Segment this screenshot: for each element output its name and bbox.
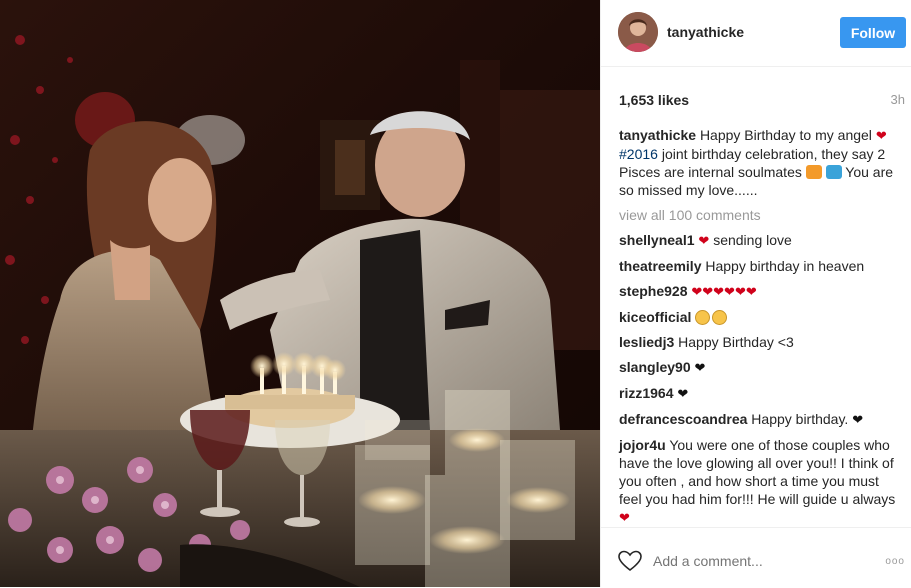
comment-user[interactable]: shellyneal1: [619, 232, 695, 248]
post-time[interactable]: 3h: [891, 92, 905, 107]
comment-item: kiceofficial: [619, 308, 899, 326]
comment-item: jojor4u You were one of those couples wh…: [619, 436, 899, 527]
comment-user[interactable]: lesliedj3: [619, 334, 674, 350]
comment-text: Happy birthday.: [751, 411, 849, 427]
comment-user[interactable]: kiceofficial: [619, 309, 691, 325]
add-comment-input[interactable]: [651, 548, 865, 574]
comment-item: theatreemily Happy birthday in heaven: [619, 257, 899, 275]
avatar[interactable]: [618, 12, 658, 52]
comment-item: slangley90 ❤: [619, 358, 899, 377]
black-heart-icon: ❤: [677, 386, 689, 401]
comment-user[interactable]: defrancescoandrea: [619, 411, 747, 427]
red-hearts-icon: ❤❤❤❤❤❤: [691, 284, 757, 299]
red-heart-icon: ❤: [875, 128, 887, 143]
hashtag-link[interactable]: #2016: [619, 146, 658, 162]
caption-user[interactable]: tanyathicke: [619, 127, 696, 143]
black-heart-icon: ❤: [694, 360, 706, 375]
fish-icon: [805, 165, 822, 179]
comment-item: shellyneal1 ❤ sending love: [619, 231, 899, 250]
follow-button[interactable]: Follow: [840, 17, 906, 48]
comment-user[interactable]: jojor4u: [619, 437, 666, 453]
caption-text-1: Happy Birthday to my angel: [699, 127, 872, 143]
photo-illustration: [0, 0, 600, 587]
comment-text: Happy Birthday <3: [678, 334, 794, 350]
likes-count[interactable]: 1,653 likes: [619, 92, 689, 108]
fish-icon: [825, 165, 842, 179]
comment-user[interactable]: stephe928: [619, 283, 687, 299]
comments-list: tanyathicke Happy Birthday to my angel ❤…: [619, 126, 899, 534]
likes-row: 1,653 likes 3h: [619, 92, 905, 110]
comment-item: rizz1964 ❤: [619, 384, 899, 403]
comment-user[interactable]: rizz1964: [619, 385, 673, 401]
black-heart-icon: ❤: [852, 412, 864, 427]
sad-face-icon: [712, 310, 728, 325]
heart-like-icon[interactable]: [618, 550, 642, 572]
caption: tanyathicke Happy Birthday to my angel ❤…: [619, 126, 899, 199]
sad-face-icon: [695, 310, 711, 325]
comment-text: Happy birthday in heaven: [705, 258, 865, 274]
comment-user[interactable]: slangley90: [619, 359, 691, 375]
post-header: tanyathicke Follow: [601, 0, 911, 67]
comment-item: stephe928 ❤❤❤❤❤❤: [619, 282, 899, 301]
comment-item: lesliedj3 Happy Birthday <3: [619, 333, 899, 351]
comment-item: defrancescoandrea Happy birthday. ❤: [619, 410, 899, 429]
red-heart-icon: ❤: [619, 510, 630, 525]
username[interactable]: tanyathicke: [667, 24, 744, 40]
post-photo[interactable]: [0, 0, 600, 587]
comment-footer: ooo: [601, 527, 911, 588]
more-options-icon[interactable]: ooo: [885, 556, 905, 567]
post-sidebar: tanyathicke Follow 1,653 likes 3h tanyat…: [600, 0, 911, 587]
red-heart-icon: ❤: [698, 233, 710, 248]
view-all-comments-link[interactable]: view all 100 comments: [619, 206, 899, 224]
comment-text: sending love: [713, 232, 792, 248]
comment-user[interactable]: theatreemily: [619, 258, 701, 274]
